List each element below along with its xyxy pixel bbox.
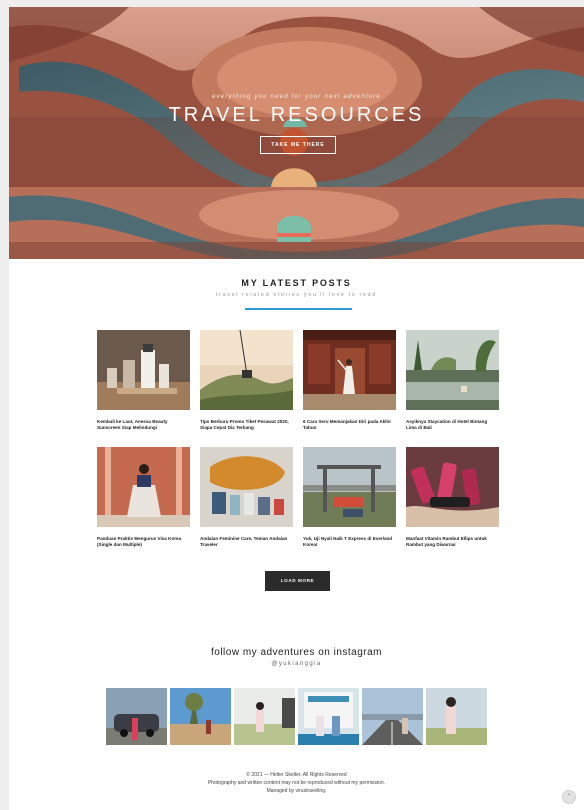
footer-managed-by: Managed by virustraveling.	[266, 788, 327, 794]
latest-posts-subtitle: travel related stories you'll love to re…	[216, 292, 377, 298]
instagram-title: follow my adventures on instagram	[210, 647, 383, 658]
section-divider	[245, 308, 352, 310]
take-me-there-button[interactable]: TAKE ME THERE	[260, 136, 336, 154]
post-thumbnail[interactable]	[200, 330, 293, 410]
post-title[interactable]: Tips Berburu Promo Tiket Pesawat 2020, S…	[200, 419, 293, 431]
post-thumbnail[interactable]	[406, 447, 499, 527]
post-card[interactable]: Tips Berburu Promo Tiket Pesawat 2020, S…	[200, 330, 293, 431]
post-title[interactable]: Andalan Feminine Care, Teman Andalan Tra…	[200, 536, 293, 548]
post-thumbnail[interactable]	[97, 447, 190, 527]
post-card[interactable]: Kembali ke Laut, Anessa Beauty Sunscreen…	[97, 330, 190, 431]
instagram-photo[interactable]	[106, 688, 167, 745]
post-thumbnail[interactable]	[406, 330, 499, 410]
post-card[interactable]: Manfaat Vitamin Rambut Ellips untuk Ramb…	[406, 447, 499, 548]
instagram-photo[interactable]	[362, 688, 423, 745]
instagram-photo[interactable]	[426, 688, 487, 745]
back-to-top-button[interactable]: ⌃	[562, 790, 576, 804]
instagram-handle[interactable]: @yukianggia	[9, 661, 584, 667]
post-thumbnail[interactable]	[303, 330, 396, 410]
hero-kicker: everything you need for your next advent…	[211, 94, 381, 100]
page: everything you need for your next advent…	[9, 7, 584, 810]
hero-banner: everything you need for your next advent…	[9, 7, 584, 259]
post-title[interactable]: Kembali ke Laut, Anessa Beauty Sunscreen…	[97, 419, 190, 431]
post-card[interactable]: Panduan Praktis Mengurus Visa Korea (Sin…	[97, 447, 190, 548]
post-card[interactable]: Andalan Feminine Care, Teman Andalan Tra…	[200, 447, 293, 548]
post-title[interactable]: Asyiknya Staycation di Hotel Bintang Lim…	[406, 419, 499, 431]
instagram-photo[interactable]	[234, 688, 295, 745]
post-title[interactable]: Yuk, Uji Nyali Naik T Express di Everlan…	[303, 536, 396, 548]
post-title[interactable]: Manfaat Vitamin Rambut Ellips untuk Ramb…	[406, 536, 499, 548]
post-card[interactable]: Asyiknya Staycation di Hotel Bintang Lim…	[406, 330, 499, 431]
instagram-photo[interactable]	[298, 688, 359, 745]
post-title[interactable]: 6 Cara Seru Memanjakan Diri pada Akhir T…	[303, 419, 396, 431]
post-thumbnail[interactable]	[97, 330, 190, 410]
footer: © 2021 — Helter Skelter. All Rights Rese…	[9, 771, 584, 795]
post-card[interactable]: 6 Cara Seru Memanjakan Diri pada Akhir T…	[303, 330, 396, 431]
post-card[interactable]: Yuk, Uji Nyali Naik T Express di Everlan…	[303, 447, 396, 548]
footer-permission-note: Photography and written content may not …	[207, 780, 386, 786]
post-thumbnail[interactable]	[303, 447, 396, 527]
hero-overlay: everything you need for your next advent…	[9, 7, 584, 187]
load-more-button[interactable]: LOAD MORE	[265, 571, 330, 591]
hero-image-strip	[9, 187, 584, 259]
instagram-photo[interactable]	[170, 688, 231, 745]
chevron-up-icon: ⌃	[566, 794, 572, 800]
post-title[interactable]: Panduan Praktis Mengurus Visa Korea (Sin…	[97, 536, 190, 548]
hero-title: TRAVEL RESOURCES	[168, 104, 425, 126]
footer-copyright: © 2021 — Helter Skelter. All Rights Rese…	[246, 772, 347, 778]
post-thumbnail[interactable]	[200, 447, 293, 527]
latest-posts-title: MY LATEST POSTS	[241, 278, 352, 288]
